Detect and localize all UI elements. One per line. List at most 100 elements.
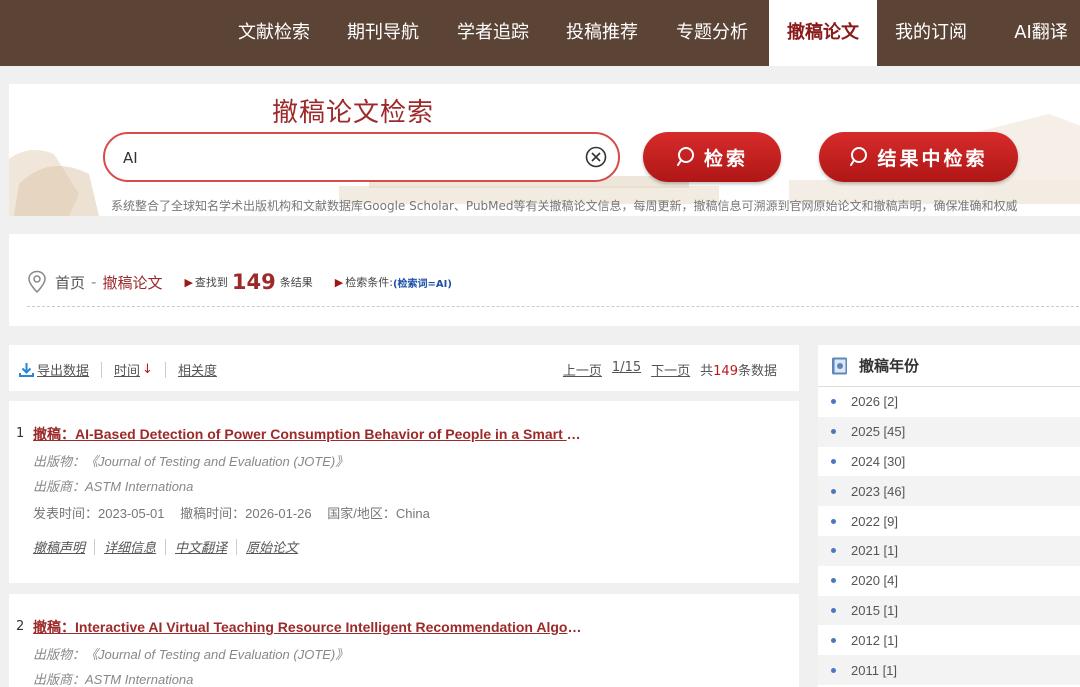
result-journal: 出版物：《Journal of Testing and Evaluation (…	[33, 454, 349, 469]
search-within-results-button[interactable]: 结果中检索	[819, 132, 1018, 182]
search-icon	[676, 147, 694, 166]
bullet-icon	[831, 518, 836, 524]
nav-item-my-subscriptions[interactable]: 我的订阅	[881, 0, 981, 66]
bullet-icon	[831, 399, 836, 405]
divider	[236, 538, 238, 555]
triangle-icon: ▶	[184, 275, 193, 289]
next-page-link[interactable]: 下一页	[651, 360, 690, 379]
search-icon	[850, 147, 868, 166]
year-label: 2022 [9]	[851, 513, 898, 529]
bullet-icon	[831, 429, 836, 435]
nav-item-journal-nav[interactable]: 期刊导航	[333, 0, 433, 66]
bullet-icon	[831, 607, 836, 613]
sort-by-relevance-link[interactable]: 相关度	[178, 360, 217, 379]
result-published-date: 发表时间：2023-05-01	[33, 506, 165, 521]
sidebar-title: 撤稿年份	[859, 357, 920, 375]
result-title-link[interactable]: 撤稿：AI-Based Detection of Power Consumpti…	[33, 424, 583, 444]
details-link[interactable]: 详细信息	[104, 537, 156, 556]
year-label: 2015 [1]	[851, 602, 898, 618]
sidebar-header: 撤稿年份	[818, 345, 1080, 387]
year-item[interactable]: 2021 [1]	[818, 535, 1080, 566]
breadcrumb-current: 撤稿论文	[102, 273, 163, 292]
year-item[interactable]: 2023 [46]	[818, 476, 1080, 507]
result-card: 2 撤稿：Interactive AI Virtual Teaching Res…	[9, 594, 799, 687]
result-info: 发表时间：2023-05-01 撤稿时间：2026-01-26 国家/地区：Ch…	[33, 503, 442, 522]
original-paper-link[interactable]: 原始论文	[246, 537, 298, 556]
search-hero: 撤稿论文检索 检索 结果中检索 系统整合了全球知名学术出版机构和文献数据库Goo…	[9, 84, 1080, 216]
clear-icon[interactable]	[585, 146, 607, 168]
year-label: 2026 [2]	[851, 394, 898, 410]
total-suffix: 条数据	[737, 364, 777, 379]
location-pin-icon	[28, 270, 46, 294]
download-icon	[19, 363, 34, 377]
result-retracted-date: 撤稿时间：2026-01-26	[180, 506, 312, 521]
bullet-icon	[831, 578, 836, 584]
result-number: 2	[16, 619, 25, 634]
triangle-icon: ▶	[334, 275, 344, 289]
breadcrumb-home[interactable]: 首页	[55, 272, 85, 293]
divider	[94, 538, 96, 555]
found-suffix: 条结果	[279, 276, 313, 289]
divider	[165, 538, 167, 555]
year-item[interactable]: 2020 [4]	[818, 566, 1080, 596]
result-journal: 出版物：《Journal of Testing and Evaluation (…	[33, 647, 349, 662]
result-publisher: 出版商：ASTM Internationa	[33, 672, 194, 687]
retraction-year-sidebar: 撤稿年份 2026 [2] 2025 [45] 2024 [30] 2023 […	[818, 345, 1080, 687]
nav-item-literature-search[interactable]: 文献检索	[224, 0, 324, 66]
nav-item-topic-analysis[interactable]: 专题分析	[662, 0, 762, 66]
result-title-link[interactable]: 撤稿：Interactive AI Virtual Teaching Resou…	[33, 617, 583, 637]
year-label: 2011 [1]	[851, 662, 898, 678]
search-input[interactable]	[123, 146, 563, 170]
result-actions: 撤稿声明 详细信息 中文翻译 原始论文	[33, 537, 298, 556]
bullet-icon	[831, 637, 836, 643]
year-item[interactable]: 2011 [1]	[818, 655, 1080, 685]
sort-desc-arrow-icon: ↓	[142, 362, 153, 377]
found-label: 查找到	[194, 276, 228, 289]
year-label: 2020 [4]	[851, 573, 898, 589]
breadcrumb-bar: 首页 - 撤稿论文 ▶ 查找到 149 条结果 ▶ 检索条件: (检索词=AI)	[9, 234, 1080, 326]
search-within-results-label: 结果中检索	[877, 147, 988, 170]
search-button-label: 检索	[703, 147, 748, 170]
bullet-icon	[831, 667, 836, 673]
found-count: 149	[231, 270, 276, 294]
result-number: 1	[16, 426, 25, 441]
bullet-icon	[831, 458, 836, 464]
page-indicator[interactable]: 1/15	[612, 360, 641, 379]
year-item[interactable]: 2024 [30]	[818, 447, 1080, 477]
breadcrumb-separator: -	[91, 273, 97, 291]
divider	[101, 361, 103, 378]
bullet-icon	[831, 488, 836, 494]
total-count-number: 149	[713, 364, 738, 379]
export-data-link[interactable]: 导出数据	[37, 360, 89, 379]
year-item[interactable]: 2022 [9]	[818, 506, 1080, 536]
total-count: 共149条数据	[700, 360, 777, 379]
results-toolbar: 导出数据 时间 ↓ 相关度 上一页 1/15 下一页 共149条数据	[9, 345, 799, 391]
year-item[interactable]: 2012 [1]	[818, 625, 1080, 655]
nav-item-scholar-tracking[interactable]: 学者追踪	[443, 0, 543, 66]
sort-by-time-link[interactable]: 时间	[114, 360, 140, 379]
nav-item-retracted-papers[interactable]: 撤稿论文	[769, 0, 877, 66]
search-title: 撤稿论文检索	[272, 98, 435, 128]
prev-page-link[interactable]: 上一页	[563, 360, 602, 379]
divider	[27, 306, 1080, 307]
result-publisher: 出版商：ASTM Internationa	[33, 479, 194, 494]
search-button[interactable]: 检索	[643, 132, 781, 182]
breadcrumb: 首页 - 撤稿论文 ▶ 查找到 149 条结果 ▶ 检索条件: (检索词=AI)	[27, 270, 452, 294]
year-item[interactable]: 2015 [1]	[818, 595, 1080, 626]
nav-item-ai-translate[interactable]: AI翻译	[991, 0, 1080, 66]
result-country: 国家/地区：China	[327, 506, 430, 521]
condition-value: (检索词=AI)	[392, 278, 452, 290]
year-label: 2012 [1]	[851, 632, 898, 648]
bullet-icon	[831, 548, 836, 554]
nav-item-submission[interactable]: 投稿推荐	[552, 0, 652, 66]
year-label: 2024 [30]	[851, 453, 906, 469]
year-item[interactable]: 2025 [45]	[818, 416, 1080, 447]
retraction-notice-link[interactable]: 撤稿声明	[33, 537, 85, 556]
year-label: 2021 [1]	[851, 543, 898, 559]
year-item[interactable]: 2026 [2]	[818, 387, 1080, 417]
year-label: 2023 [46]	[851, 483, 906, 499]
year-list: 2026 [2] 2025 [45] 2024 [30] 2023 [46] 2…	[818, 387, 1080, 685]
book-icon	[832, 357, 847, 374]
chinese-translation-link[interactable]: 中文翻译	[175, 537, 227, 556]
year-label: 2025 [45]	[851, 424, 906, 440]
